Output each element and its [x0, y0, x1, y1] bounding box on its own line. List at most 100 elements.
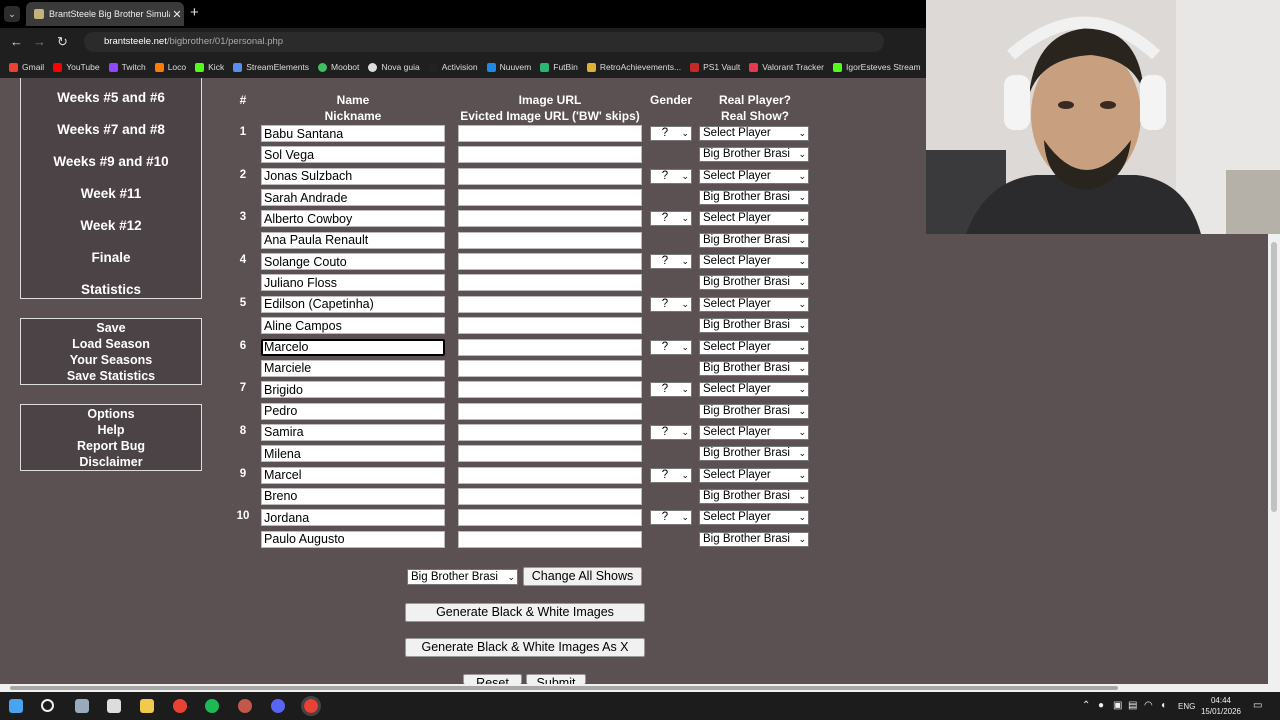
bookmark-nova-guia[interactable]: Nova guia — [368, 62, 420, 72]
menu-weeks-5-6[interactable]: Weeks #5 and #6 — [21, 90, 201, 105]
gender-select[interactable]: ? ⌄ — [650, 296, 692, 312]
name-input[interactable] — [261, 338, 445, 356]
real-show-select[interactable]: Big Brother Brasi ⌄ — [699, 446, 809, 462]
scrollbar-thumb[interactable] — [10, 686, 1118, 690]
evicted-image-url-input[interactable] — [458, 274, 642, 292]
image-url-input[interactable] — [458, 253, 642, 271]
image-url-input[interactable] — [458, 210, 642, 228]
discord-icon[interactable] — [271, 699, 285, 713]
menu-save-statistics[interactable]: Save Statistics — [21, 369, 201, 383]
menu-statistics[interactable]: Statistics — [21, 282, 201, 297]
real-player-select[interactable]: Select Player ⌄ — [699, 211, 809, 227]
evicted-image-url-input[interactable] — [458, 359, 642, 377]
real-show-select[interactable]: Big Brother Brasi ⌄ — [699, 147, 809, 163]
menu-disclaimer[interactable]: Disclaimer — [21, 455, 201, 469]
microphone-icon[interactable]: ● — [1098, 700, 1104, 711]
real-show-select[interactable]: Big Brother Brasi ⌄ — [699, 531, 809, 547]
nickname-input[interactable] — [261, 274, 445, 292]
evicted-image-url-input[interactable] — [458, 530, 642, 548]
tray-app-icon[interactable]: ▣ — [1113, 700, 1122, 711]
reload-icon[interactable]: ↻ — [57, 35, 68, 49]
menu-help[interactable]: Help — [21, 423, 201, 437]
real-player-select[interactable]: Select Player ⌄ — [699, 424, 809, 440]
bookmark-moobot[interactable]: Moobot — [318, 62, 359, 72]
scrollbar-thumb[interactable] — [1271, 242, 1277, 512]
gender-select[interactable]: ? ⌄ — [650, 254, 692, 270]
nickname-input[interactable] — [261, 231, 445, 249]
nickname-input[interactable] — [261, 445, 445, 463]
spotify-icon[interactable] — [205, 699, 219, 713]
evicted-image-url-input[interactable] — [458, 189, 642, 206]
menu-weeks-9-10[interactable]: Weeks #9 and #10 — [21, 154, 201, 169]
gender-select[interactable]: ? ⌄ — [650, 211, 692, 227]
real-show-select[interactable]: Big Brother Brasi ⌄ — [699, 403, 809, 419]
gender-select[interactable]: ? ⌄ — [650, 168, 692, 184]
browser-tab[interactable]: BrantSteele Big Brother Simula ✕ — [26, 2, 184, 26]
name-input[interactable] — [261, 466, 445, 484]
image-url-input[interactable] — [458, 466, 642, 484]
real-show-select[interactable]: Big Brother Brasi ⌄ — [699, 488, 809, 504]
menu-week-11[interactable]: Week #11 — [21, 186, 201, 201]
real-show-select[interactable]: Big Brother Brasi ⌄ — [699, 190, 809, 205]
wifi-icon[interactable]: ◠ — [1144, 700, 1153, 711]
nickname-input[interactable] — [261, 189, 445, 206]
name-input[interactable] — [261, 210, 445, 228]
bookmark-igoresteves[interactable]: IgorEsteves Stream — [833, 62, 921, 72]
real-show-select[interactable]: Big Brother Brasi ⌄ — [699, 318, 809, 334]
obs-icon[interactable] — [238, 699, 252, 713]
network-icon[interactable]: ▤ — [1128, 700, 1137, 711]
evicted-image-url-input[interactable] — [458, 146, 642, 164]
image-url-input[interactable] — [458, 509, 642, 527]
notifications-icon[interactable]: ▭ — [1253, 700, 1262, 711]
menu-week-12[interactable]: Week #12 — [21, 218, 201, 233]
volume-icon[interactable]: ◖ — [1160, 700, 1166, 711]
name-input[interactable] — [261, 125, 445, 142]
image-url-input[interactable] — [458, 295, 642, 313]
real-show-select[interactable]: Big Brother Brasi ⌄ — [699, 275, 809, 291]
bookmark-valorant-tracker[interactable]: Valorant Tracker — [749, 62, 824, 72]
real-player-select[interactable]: Select Player ⌄ — [699, 126, 809, 141]
taskbar-app-icon[interactable] — [75, 699, 89, 713]
name-input[interactable] — [261, 295, 445, 313]
bookmark-ps1-vault[interactable]: PS1 Vault — [690, 62, 740, 72]
real-player-select[interactable]: Select Player ⌄ — [699, 296, 809, 312]
all-shows-select[interactable]: Big Brother Brasi ⌄ — [407, 569, 518, 585]
windows-start-icon[interactable] — [9, 699, 23, 713]
nickname-input[interactable] — [261, 487, 445, 505]
real-show-select[interactable]: Big Brother Brasi ⌄ — [699, 360, 809, 376]
evicted-image-url-input[interactable] — [458, 445, 642, 463]
chrome-active-icon[interactable] — [301, 696, 321, 716]
menu-your-seasons[interactable]: Your Seasons — [21, 353, 201, 367]
bookmark-twitch[interactable]: Twitch — [108, 62, 146, 72]
real-show-select[interactable]: Big Brother Brasi ⌄ — [699, 232, 809, 248]
bookmark-streamelements[interactable]: StreamElements — [233, 62, 309, 72]
name-input[interactable] — [261, 381, 445, 399]
new-tab-icon[interactable]: + — [190, 4, 199, 21]
nickname-input[interactable] — [261, 317, 445, 335]
reset-button[interactable]: Reset — [463, 674, 522, 684]
menu-weeks-7-8[interactable]: Weeks #7 and #8 — [21, 122, 201, 137]
real-player-select[interactable]: Select Player ⌄ — [699, 254, 809, 270]
nickname-input[interactable] — [261, 146, 445, 164]
menu-options[interactable]: Options — [21, 407, 201, 421]
gender-select[interactable]: ? ⌄ — [650, 339, 692, 355]
real-player-select[interactable]: Select Player ⌄ — [699, 510, 809, 526]
evicted-image-url-input[interactable] — [458, 317, 642, 335]
name-input[interactable] — [261, 253, 445, 271]
change-all-shows-button[interactable]: Change All Shows — [523, 567, 642, 586]
real-player-select[interactable]: Select Player ⌄ — [699, 382, 809, 398]
name-input[interactable] — [261, 167, 445, 185]
image-url-input[interactable] — [458, 423, 642, 441]
image-url-input[interactable] — [458, 167, 642, 185]
bookmark-kick[interactable]: Kick — [195, 62, 224, 72]
chrome-icon[interactable] — [173, 699, 187, 713]
vertical-scrollbar[interactable] — [1268, 234, 1280, 686]
gender-select[interactable]: ? ⌄ — [650, 424, 692, 440]
bookmark-youtube[interactable]: YouTube — [53, 62, 100, 72]
gender-select[interactable]: ? ⌄ — [650, 510, 692, 526]
image-url-input[interactable] — [458, 381, 642, 399]
gender-select[interactable]: ? ⌄ — [650, 126, 692, 141]
bookmark-gmail[interactable]: Gmail — [9, 62, 44, 72]
gender-select[interactable]: ? ⌄ — [650, 467, 692, 483]
clock-date[interactable]: 15/01/2026 — [1200, 707, 1242, 716]
